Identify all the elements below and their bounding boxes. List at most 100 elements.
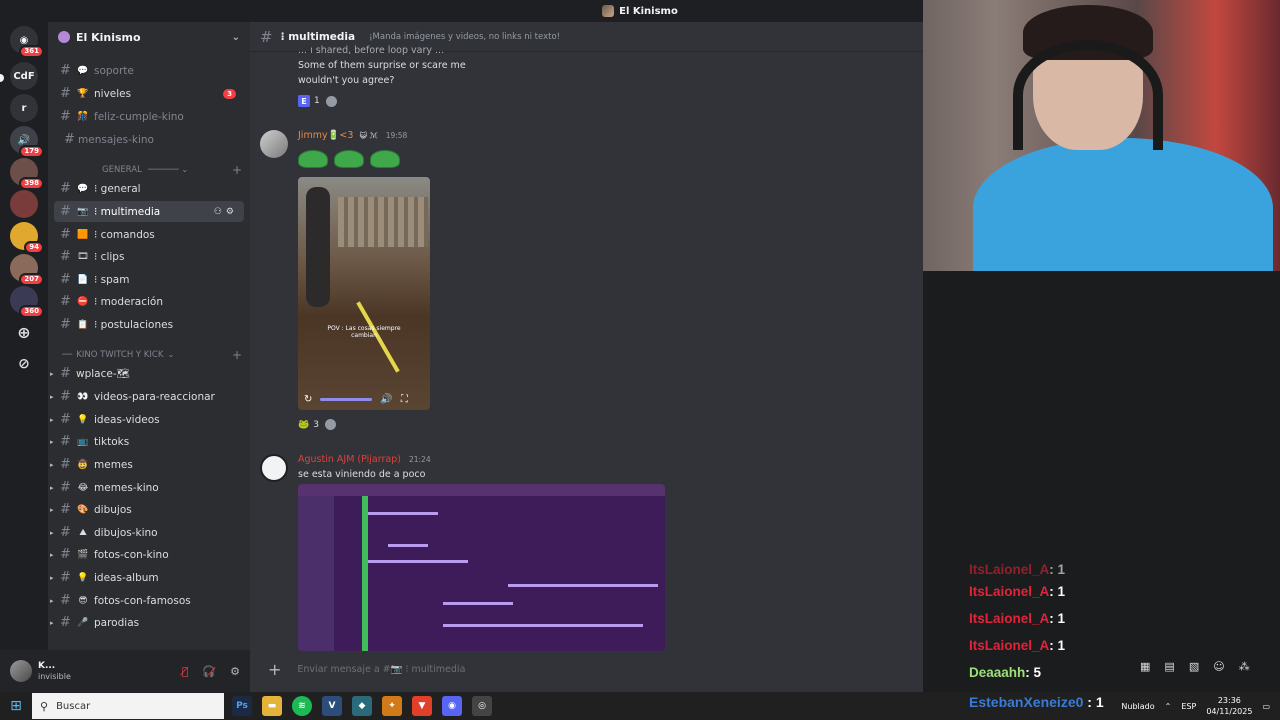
channel-ideas-videos[interactable]: ▸ # 💡 ideas-videos xyxy=(50,409,244,430)
channel-settings-icon[interactable]: ⚇⚙ xyxy=(214,207,238,217)
chevron-down-icon[interactable]: ⌄ xyxy=(232,32,240,43)
clock[interactable]: 23:36 04/11/2025 xyxy=(1206,695,1252,717)
author-name[interactable]: Jimmy🔋<3 xyxy=(298,130,353,141)
chatter-name: EstebanXeneize0 xyxy=(969,694,1084,710)
spotify-icon[interactable]: ≋ xyxy=(292,696,312,716)
channel-mensajes-kino[interactable]: # mensajes-kino xyxy=(58,129,248,150)
taskbar-search[interactable]: ⚲ Buscar xyxy=(32,693,224,719)
server-6-icon[interactable] xyxy=(10,190,38,218)
add-reaction-icon[interactable] xyxy=(325,95,337,107)
server-5-icon[interactable]: 398 xyxy=(10,158,44,190)
add-reaction-icon[interactable] xyxy=(324,419,336,430)
fl-studio-icon[interactable]: ✦ xyxy=(382,696,402,716)
discord-home-icon[interactable]: ◉ 361 xyxy=(10,26,44,58)
volume-icon[interactable]: 🔊 xyxy=(380,394,392,405)
hash-icon: # xyxy=(60,317,71,332)
add-attachment-icon[interactable]: + xyxy=(268,660,281,679)
channel-memes[interactable]: ▸ # 🤠 memes xyxy=(50,454,244,475)
channel-comandos[interactable]: # 🟧 ⁝ comandos xyxy=(54,224,244,245)
message-input[interactable]: + Enviar mensaje a #📷 ⁝ multimedia xyxy=(258,654,915,684)
image-attachment[interactable] xyxy=(298,484,665,651)
unread-badge: 3 xyxy=(223,88,236,99)
add-channel-icon[interactable]: + xyxy=(232,348,242,362)
obs-icon[interactable]: ◎ xyxy=(472,696,492,716)
server-r[interactable]: r xyxy=(10,94,38,122)
channel-ideas-album[interactable]: ▸ # 💡 ideas-album xyxy=(50,567,244,588)
fullscreen-icon[interactable]: ⛶ xyxy=(401,394,408,405)
thread-arrow-icon: ▸ xyxy=(50,415,54,424)
channel-tiktoks[interactable]: ▸ # 📺 tiktoks xyxy=(50,431,244,452)
file-explorer-icon[interactable]: ▬ xyxy=(262,696,282,716)
channel-label: ⁝ comandos xyxy=(94,228,155,241)
channel-dibujos-kino[interactable]: ▸ # ⛰ dibujos-kino xyxy=(50,522,244,543)
notification-icon[interactable]: ▭ xyxy=(1262,702,1270,711)
channel-dibujos[interactable]: ▸ # 🎨 dibujos xyxy=(50,499,244,520)
apps-icon[interactable]: ⁂ xyxy=(1239,660,1250,673)
user-info[interactable]: K... invisible xyxy=(38,661,71,681)
gif-icon[interactable]: ▤ xyxy=(1164,660,1174,673)
hash-icon: # xyxy=(60,181,71,196)
v-app-icon[interactable]: V xyxy=(322,696,342,716)
reaction-pill[interactable]: E 1 xyxy=(298,95,320,107)
server-7-icon[interactable]: 94 xyxy=(10,222,44,254)
headphones-muted-icon[interactable]: 🎧̸ xyxy=(202,665,216,678)
channel-soporte[interactable]: # 💬 soporte xyxy=(54,60,244,81)
photoshop-icon[interactable]: Ps xyxy=(232,696,252,716)
channel-multimedia[interactable]: # 📷 ⁝ multimedia ⚇⚙ xyxy=(54,201,244,222)
category-kino[interactable]: ── KINO TWITCH Y KICK ⌄ + xyxy=(62,348,242,362)
channel-moderacion[interactable]: # ⛔ ⁝ moderación xyxy=(54,291,244,312)
replay-icon[interactable]: ↻ xyxy=(304,394,312,405)
channel-parodias[interactable]: ▸ # 🎤 parodias xyxy=(50,612,244,633)
discord-icon[interactable]: ◉ xyxy=(442,696,462,716)
language-indicator[interactable]: ESP xyxy=(1181,702,1196,711)
app-icon[interactable]: ◆ xyxy=(352,696,372,716)
mention-badge: 179 xyxy=(19,145,44,158)
channel-clips[interactable]: # 🎞 ⁝ clips xyxy=(54,246,244,267)
channel-emoji-icon: 📄 xyxy=(77,274,89,285)
channel-feliz-cumple-kino[interactable]: # 🎊 feliz-cumple-kino xyxy=(54,106,244,127)
guild-header[interactable]: El Kinismo ⌄ xyxy=(48,22,250,52)
channel-niveles[interactable]: # 🏆 niveles 3 xyxy=(54,83,244,104)
emoji-icon[interactable]: ☺ xyxy=(1213,660,1224,673)
avatar[interactable] xyxy=(260,130,288,158)
avatar[interactable] xyxy=(10,660,32,682)
channel-general[interactable]: # 💬 ⁝ general xyxy=(54,178,244,199)
channel-wplace[interactable]: ▸ # wplace-🗺 xyxy=(50,363,244,384)
reaction-pill[interactable]: 🐸 3 xyxy=(298,420,319,430)
video-progress-bar[interactable] xyxy=(320,397,373,401)
channel-spam[interactable]: # 📄 ⁝ spam xyxy=(54,269,244,290)
author-name[interactable]: Agustin AJM (Pijarrap) xyxy=(298,454,401,465)
add-channel-icon[interactable]: + xyxy=(232,163,242,177)
headset-icon xyxy=(1013,40,1163,150)
server-8-icon[interactable]: 207 xyxy=(10,254,44,286)
sticker-icon[interactable]: ▧ xyxy=(1189,660,1199,673)
channel-memes-kino[interactable]: ▸ # 😂 memes-kino xyxy=(50,477,244,498)
channel-topic: ¡Manda imágenes y videos, no links ni te… xyxy=(369,31,561,42)
mic-muted-icon[interactable]: 🎙̸ xyxy=(182,665,189,678)
server-9-icon[interactable]: 360 xyxy=(10,286,44,318)
channel-label: niveles xyxy=(94,87,132,100)
channel-label: ideas-album xyxy=(94,571,159,584)
server-cdf[interactable]: CdF xyxy=(10,62,38,90)
channel-fotos-con-famosos[interactable]: ▸ # 😎 fotos-con-famosos xyxy=(50,590,244,611)
gear-icon[interactable]: ⚙ xyxy=(230,665,240,678)
channel-fotos-con-kino[interactable]: ▸ # 🎬 fotos-con-kino xyxy=(50,544,244,565)
webcam-person xyxy=(973,138,1273,271)
brave-icon[interactable]: ▼ xyxy=(412,696,432,716)
thread-arrow-icon: ▸ xyxy=(50,369,54,378)
avatar[interactable] xyxy=(260,454,288,482)
server-4-icon[interactable]: 🔊 179 xyxy=(10,126,44,158)
channel-postulaciones[interactable]: # 📋 ⁝ postulaciones xyxy=(54,314,244,335)
chevron-up-icon[interactable]: ⌃ xyxy=(1165,702,1172,711)
channel-videos-para-reaccionar[interactable]: ▸ # 👀 videos-para-reaccionar xyxy=(50,386,244,407)
server-avatar-icon xyxy=(602,5,615,17)
windows-start-icon[interactable]: ⊞ xyxy=(0,692,32,720)
gift-icon[interactable]: ▦ xyxy=(1140,660,1150,673)
video-attachment[interactable]: POV : Las cosas siempre cambian ↻ 🔊 ⛶ xyxy=(298,177,430,410)
add-server-icon[interactable]: ⊕ xyxy=(10,318,38,346)
channel-emoji-icon: 🎨 xyxy=(77,504,89,515)
channel-emoji-icon: 🎤 xyxy=(77,617,89,628)
category-general[interactable]: GENERAL ────── ⌄ + xyxy=(62,163,242,177)
thread-arrow-icon: ▸ xyxy=(50,528,54,537)
discover-icon[interactable]: ⊘ xyxy=(10,350,38,378)
